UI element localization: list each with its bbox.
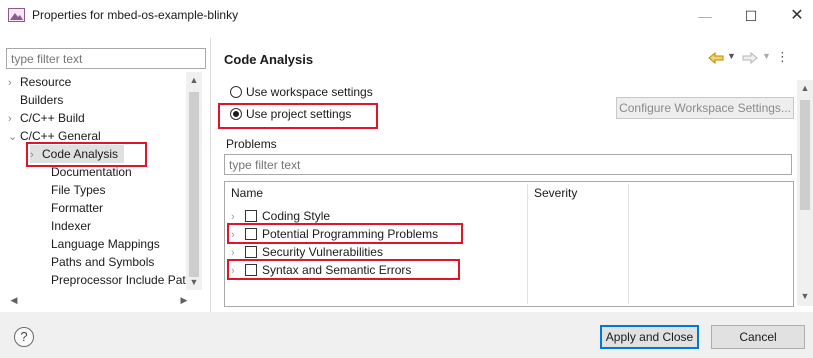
page-title: Code Analysis	[224, 52, 314, 67]
panel-divider[interactable]	[210, 38, 211, 316]
tree-item-label: Documentation	[51, 165, 132, 179]
tree-item-cpp-build[interactable]: › C/C++ Build	[8, 109, 85, 127]
tree-item-label: C/C++ General	[20, 129, 101, 143]
view-menu-icon[interactable]: ⋮	[776, 49, 789, 65]
back-arrow-icon[interactable]	[708, 52, 724, 64]
tree-item-label: Formatter	[51, 201, 104, 215]
left-filter-input[interactable]	[6, 48, 206, 69]
scroll-thumb[interactable]	[189, 92, 199, 277]
left-vertical-scrollbar[interactable]: ▲ ▼	[186, 72, 202, 290]
tree-item-label: Preprocessor Include Pat	[51, 273, 186, 287]
window-title: Properties for mbed-os-example-blinky	[32, 8, 239, 22]
configure-workspace-settings-button[interactable]: Configure Workspace Settings...	[616, 97, 794, 119]
maximize-button[interactable]: ☐	[729, 0, 773, 32]
use-workspace-settings-radio[interactable]: Use workspace settings	[230, 83, 373, 101]
tree-item-formatter[interactable]: Formatter	[51, 199, 103, 217]
tree-item-label: File Types	[51, 183, 106, 197]
scroll-down-icon[interactable]: ▼	[797, 288, 813, 304]
row-label: Coding Style	[262, 209, 331, 223]
title-bar: Properties for mbed-os-example-blinky — …	[0, 0, 813, 32]
problems-filter-input[interactable]	[224, 154, 792, 175]
scroll-down-icon[interactable]: ▼	[186, 274, 202, 290]
highlight-potential-programming-problems	[227, 223, 463, 244]
forward-arrow-icon[interactable]	[742, 52, 758, 64]
tree-item-label: Paths and Symbols	[51, 255, 155, 269]
tree-item-preprocessor-include[interactable]: Preprocessor Include Pat	[51, 271, 186, 289]
navigation-toolbar: ▼ ▼ ⋮	[708, 49, 804, 69]
chevron-right-icon[interactable]: ›	[8, 74, 20, 92]
left-horizontal-scrollbar[interactable]: ◀ ▶	[6, 292, 202, 309]
scroll-up-icon[interactable]: ▲	[797, 80, 813, 96]
tree-item-language-mappings[interactable]: Language Mappings	[51, 235, 160, 253]
chevron-down-icon[interactable]: ⌄	[8, 128, 20, 146]
tree-item-label: C/C++ Build	[20, 111, 85, 125]
chevron-right-icon[interactable]: ›	[8, 110, 20, 128]
scroll-up-icon[interactable]: ▲	[186, 72, 202, 88]
highlight-syntax-semantic-errors	[227, 259, 460, 280]
close-button[interactable]: ✕	[775, 0, 813, 32]
highlight-code-analysis	[26, 142, 147, 167]
help-icon[interactable]: ?	[14, 327, 34, 347]
app-icon	[8, 8, 25, 22]
forward-dropdown-icon[interactable]: ▼	[762, 51, 771, 61]
highlight-project-settings	[218, 103, 378, 129]
column-separator[interactable]	[628, 184, 629, 304]
tree-item-resource[interactable]: › Resource	[8, 73, 71, 91]
tree-item-label: Builders	[20, 93, 64, 107]
column-header-name[interactable]: Name	[225, 182, 527, 204]
tree-item-builders[interactable]: Builders	[20, 91, 63, 109]
column-header-severity[interactable]: Severity	[528, 182, 628, 204]
minimize-button[interactable]: —	[683, 0, 727, 32]
back-dropdown-icon[interactable]: ▼	[727, 51, 736, 61]
tree-item-paths-and-symbols[interactable]: Paths and Symbols	[51, 253, 154, 271]
radio-label: Use workspace settings	[246, 85, 373, 99]
tree-item-label: Resource	[20, 75, 72, 89]
problems-label: Problems	[226, 137, 277, 151]
apply-and-close-button[interactable]: Apply and Close	[600, 325, 699, 349]
row-label: Security Vulnerabilities	[262, 245, 383, 259]
tree-item-label: Indexer	[51, 219, 92, 233]
checkbox[interactable]	[245, 246, 257, 258]
tree-item-file-types[interactable]: File Types	[51, 181, 105, 199]
radio-unchecked-icon[interactable]	[230, 86, 242, 98]
scroll-right-icon[interactable]: ▶	[176, 292, 192, 308]
right-vertical-scrollbar[interactable]: ▲ ▼	[797, 80, 813, 306]
tree-item-label: Language Mappings	[51, 237, 160, 251]
scroll-left-icon[interactable]: ◀	[6, 292, 22, 308]
property-tree: › Resource Builders › C/C++ Build ⌄ C/C++ G…	[0, 72, 186, 290]
tree-item-indexer[interactable]: Indexer	[51, 217, 91, 235]
checkbox[interactable]	[245, 210, 257, 222]
scroll-thumb[interactable]	[800, 100, 810, 210]
problems-table: Name Severity › Coding Style › Potential P…	[224, 181, 794, 307]
cancel-button[interactable]: Cancel	[711, 325, 805, 349]
